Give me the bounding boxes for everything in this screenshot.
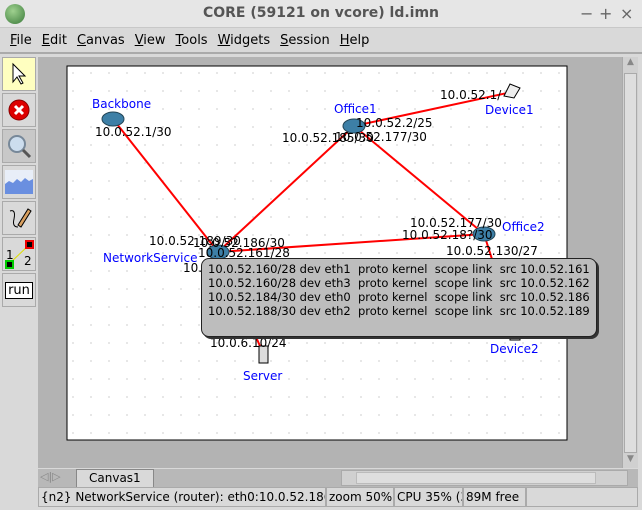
select-tool-button[interactable] bbox=[2, 57, 36, 91]
draw-tool-button[interactable] bbox=[2, 201, 36, 235]
scroll-up-icon[interactable]: ▲ bbox=[623, 57, 638, 71]
magnifier-icon bbox=[8, 135, 32, 159]
run-label: run bbox=[5, 281, 33, 299]
menu-edit[interactable]: Edit bbox=[37, 29, 72, 52]
scroll-down-icon[interactable]: ▼ bbox=[623, 454, 638, 468]
status-memory: 89M free bbox=[463, 487, 526, 507]
zoom-tool-button[interactable] bbox=[2, 129, 36, 163]
svg-text:1: 1 bbox=[6, 248, 14, 262]
svg-text:2: 2 bbox=[24, 254, 32, 268]
ip-label: 10.0.52.130/27 bbox=[446, 244, 538, 258]
menu-widgets[interactable]: Widgets bbox=[213, 29, 276, 52]
stop-button[interactable] bbox=[2, 93, 36, 127]
ip-label: 10.0.52.1/ bbox=[440, 88, 502, 102]
tab-canvas1[interactable]: Canvas1 bbox=[76, 469, 154, 487]
maximize-button[interactable]: + bbox=[599, 4, 612, 23]
node-label: Device2 bbox=[490, 342, 539, 356]
two-node-link-icon: 12 bbox=[5, 240, 34, 269]
horizontal-scrollbar[interactable] bbox=[341, 470, 628, 486]
status-bar: {n2} NetworkService (router): eth0:10.0.… bbox=[38, 487, 638, 507]
ip-label: 10.0.52.1/30 bbox=[95, 125, 172, 139]
tab-scroll-arrows-icon[interactable]: ◁|▷ bbox=[40, 470, 61, 483]
stop-icon bbox=[8, 99, 30, 121]
ip-label: 10.0.6.10/24 bbox=[210, 336, 287, 350]
node-label: Office1 bbox=[334, 102, 377, 116]
pencil-icon bbox=[9, 208, 32, 228]
menu-file[interactable]: File bbox=[5, 29, 37, 52]
tab-bar: ◁|▷ Canvas1 bbox=[38, 469, 638, 487]
menu-view[interactable]: View bbox=[130, 29, 171, 52]
router-backbone[interactable] bbox=[101, 111, 125, 127]
status-empty bbox=[526, 487, 638, 507]
node-label: Office2 bbox=[502, 220, 545, 234]
ip-label: 10.0.52.177/30 bbox=[335, 130, 427, 144]
title-bar: CORE (59121 on vcore) ld.imn − + × bbox=[0, 0, 642, 28]
route-tooltip: 10.0.52.160/28 dev eth1 proto kernel sco… bbox=[201, 258, 597, 337]
ip-label: 10.0.52.2/25 bbox=[356, 116, 433, 130]
ip-label: 10.0.52.18?/30 bbox=[402, 228, 493, 242]
vertical-scrollbar[interactable]: ▲ ▼ bbox=[622, 57, 638, 468]
close-button[interactable]: × bbox=[620, 4, 633, 23]
menu-bar: File Edit Canvas View Tools Widgets Sess… bbox=[0, 29, 642, 54]
node-label: Server bbox=[243, 369, 282, 383]
ip-label: 10. bbox=[183, 261, 202, 275]
menu-session[interactable]: Session bbox=[275, 29, 335, 52]
route-line: 10.0.52.188/30 dev eth2 proto kernel sco… bbox=[208, 304, 590, 318]
menu-help[interactable]: Help bbox=[335, 29, 375, 52]
menu-tools[interactable]: Tools bbox=[171, 29, 213, 52]
scroll-thumb[interactable] bbox=[624, 73, 637, 453]
route-line: 10.0.52.160/28 dev eth3 proto kernel sco… bbox=[208, 276, 590, 290]
route-line: 10.0.52.160/28 dev eth1 proto kernel sco… bbox=[208, 262, 590, 276]
status-node-info: {n2} NetworkService (router): eth0:10.0.… bbox=[38, 487, 326, 507]
toolbar: 12 run bbox=[2, 57, 36, 309]
status-cpu: CPU 35% (35 bbox=[394, 487, 463, 507]
window-title: CORE (59121 on vcore) ld.imn bbox=[202, 5, 440, 21]
menu-canvas[interactable]: Canvas bbox=[72, 29, 130, 52]
route-line: 10.0.52.184/30 dev eth0 proto kernel sco… bbox=[208, 290, 590, 304]
cursor-arrow-icon bbox=[12, 62, 27, 85]
link-tool-button[interactable]: 12 bbox=[2, 237, 36, 271]
node-label: Device1 bbox=[485, 103, 534, 117]
node-label: Backbone bbox=[92, 97, 151, 111]
minimize-button[interactable]: − bbox=[580, 4, 593, 23]
hscroll-thumb[interactable] bbox=[356, 472, 596, 484]
run-tool-button[interactable]: run bbox=[2, 273, 36, 307]
status-zoom: zoom 50% bbox=[326, 487, 394, 507]
plot-tool-button[interactable] bbox=[2, 165, 36, 199]
plot-icon bbox=[5, 170, 33, 194]
